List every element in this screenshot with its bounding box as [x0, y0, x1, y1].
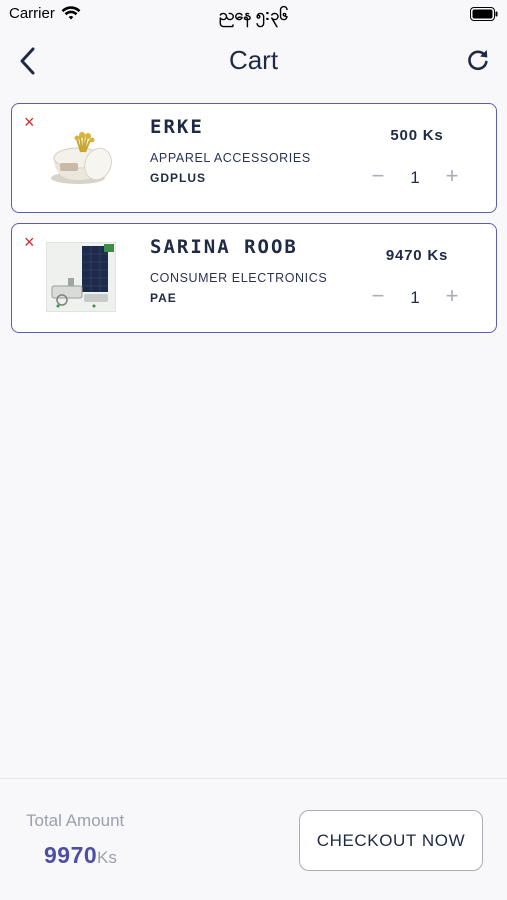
remove-item-button[interactable]: × [24, 232, 40, 252]
status-time: ညနေ ၅:၃၆ [218, 7, 289, 24]
total-amount-label: Total Amount [26, 811, 125, 830]
product-image [45, 241, 117, 313]
refresh-button[interactable] [465, 47, 491, 73]
cart-item[interactable]: × SARINA ROOB CONSUMER ELECTRONICS PAE 9… [11, 223, 497, 333]
plus-icon: + [445, 163, 459, 188]
cart-item[interactable]: × ERKE APPAREL ACCESSORIES GDPLUS 500 Ks… [11, 103, 497, 213]
cart-footer: Total Amount 9970 Ks CHECKOUT NOW [0, 778, 507, 900]
close-icon: × [24, 112, 35, 132]
item-price: 9470 Ks [385, 247, 449, 264]
total-amount-value: 9970 [44, 842, 98, 868]
item-name: ERKE [150, 116, 204, 138]
plus-icon: + [445, 283, 459, 308]
remove-item-button[interactable]: × [24, 112, 40, 132]
minus-icon: − [371, 283, 385, 308]
nav-bar: Cart [0, 30, 507, 92]
item-brand: PAE [150, 291, 177, 305]
page-title: Cart [228, 45, 279, 75]
minus-icon: − [371, 163, 385, 188]
item-brand: GDPLUS [150, 171, 207, 185]
cart-list: × ERKE APPAREL ACCESSORIES GDPLUS 500 Ks… [11, 103, 497, 343]
total-currency: Ks [97, 848, 117, 867]
item-category: CONSUMER ELECTRONICS [150, 271, 328, 285]
increase-quantity-button[interactable]: + [442, 283, 462, 308]
quantity-value: 1 [410, 168, 420, 187]
close-icon: × [24, 232, 35, 252]
increase-quantity-button[interactable]: + [442, 163, 462, 188]
product-image [46, 122, 116, 192]
item-category: APPAREL ACCESSORIES [150, 151, 311, 165]
item-price: 500 Ks [390, 127, 444, 144]
item-name: SARINA ROOB [150, 236, 298, 258]
checkout-button[interactable]: CHECKOUT NOW [299, 810, 483, 871]
status-bar: Carrier ညနေ ၅:၃၆ [0, 0, 507, 30]
refresh-icon [468, 50, 488, 71]
decrease-quantity-button[interactable]: − [368, 163, 388, 188]
quantity-value: 1 [410, 288, 420, 307]
battery-icon [470, 7, 498, 21]
decrease-quantity-button[interactable]: − [368, 283, 388, 308]
